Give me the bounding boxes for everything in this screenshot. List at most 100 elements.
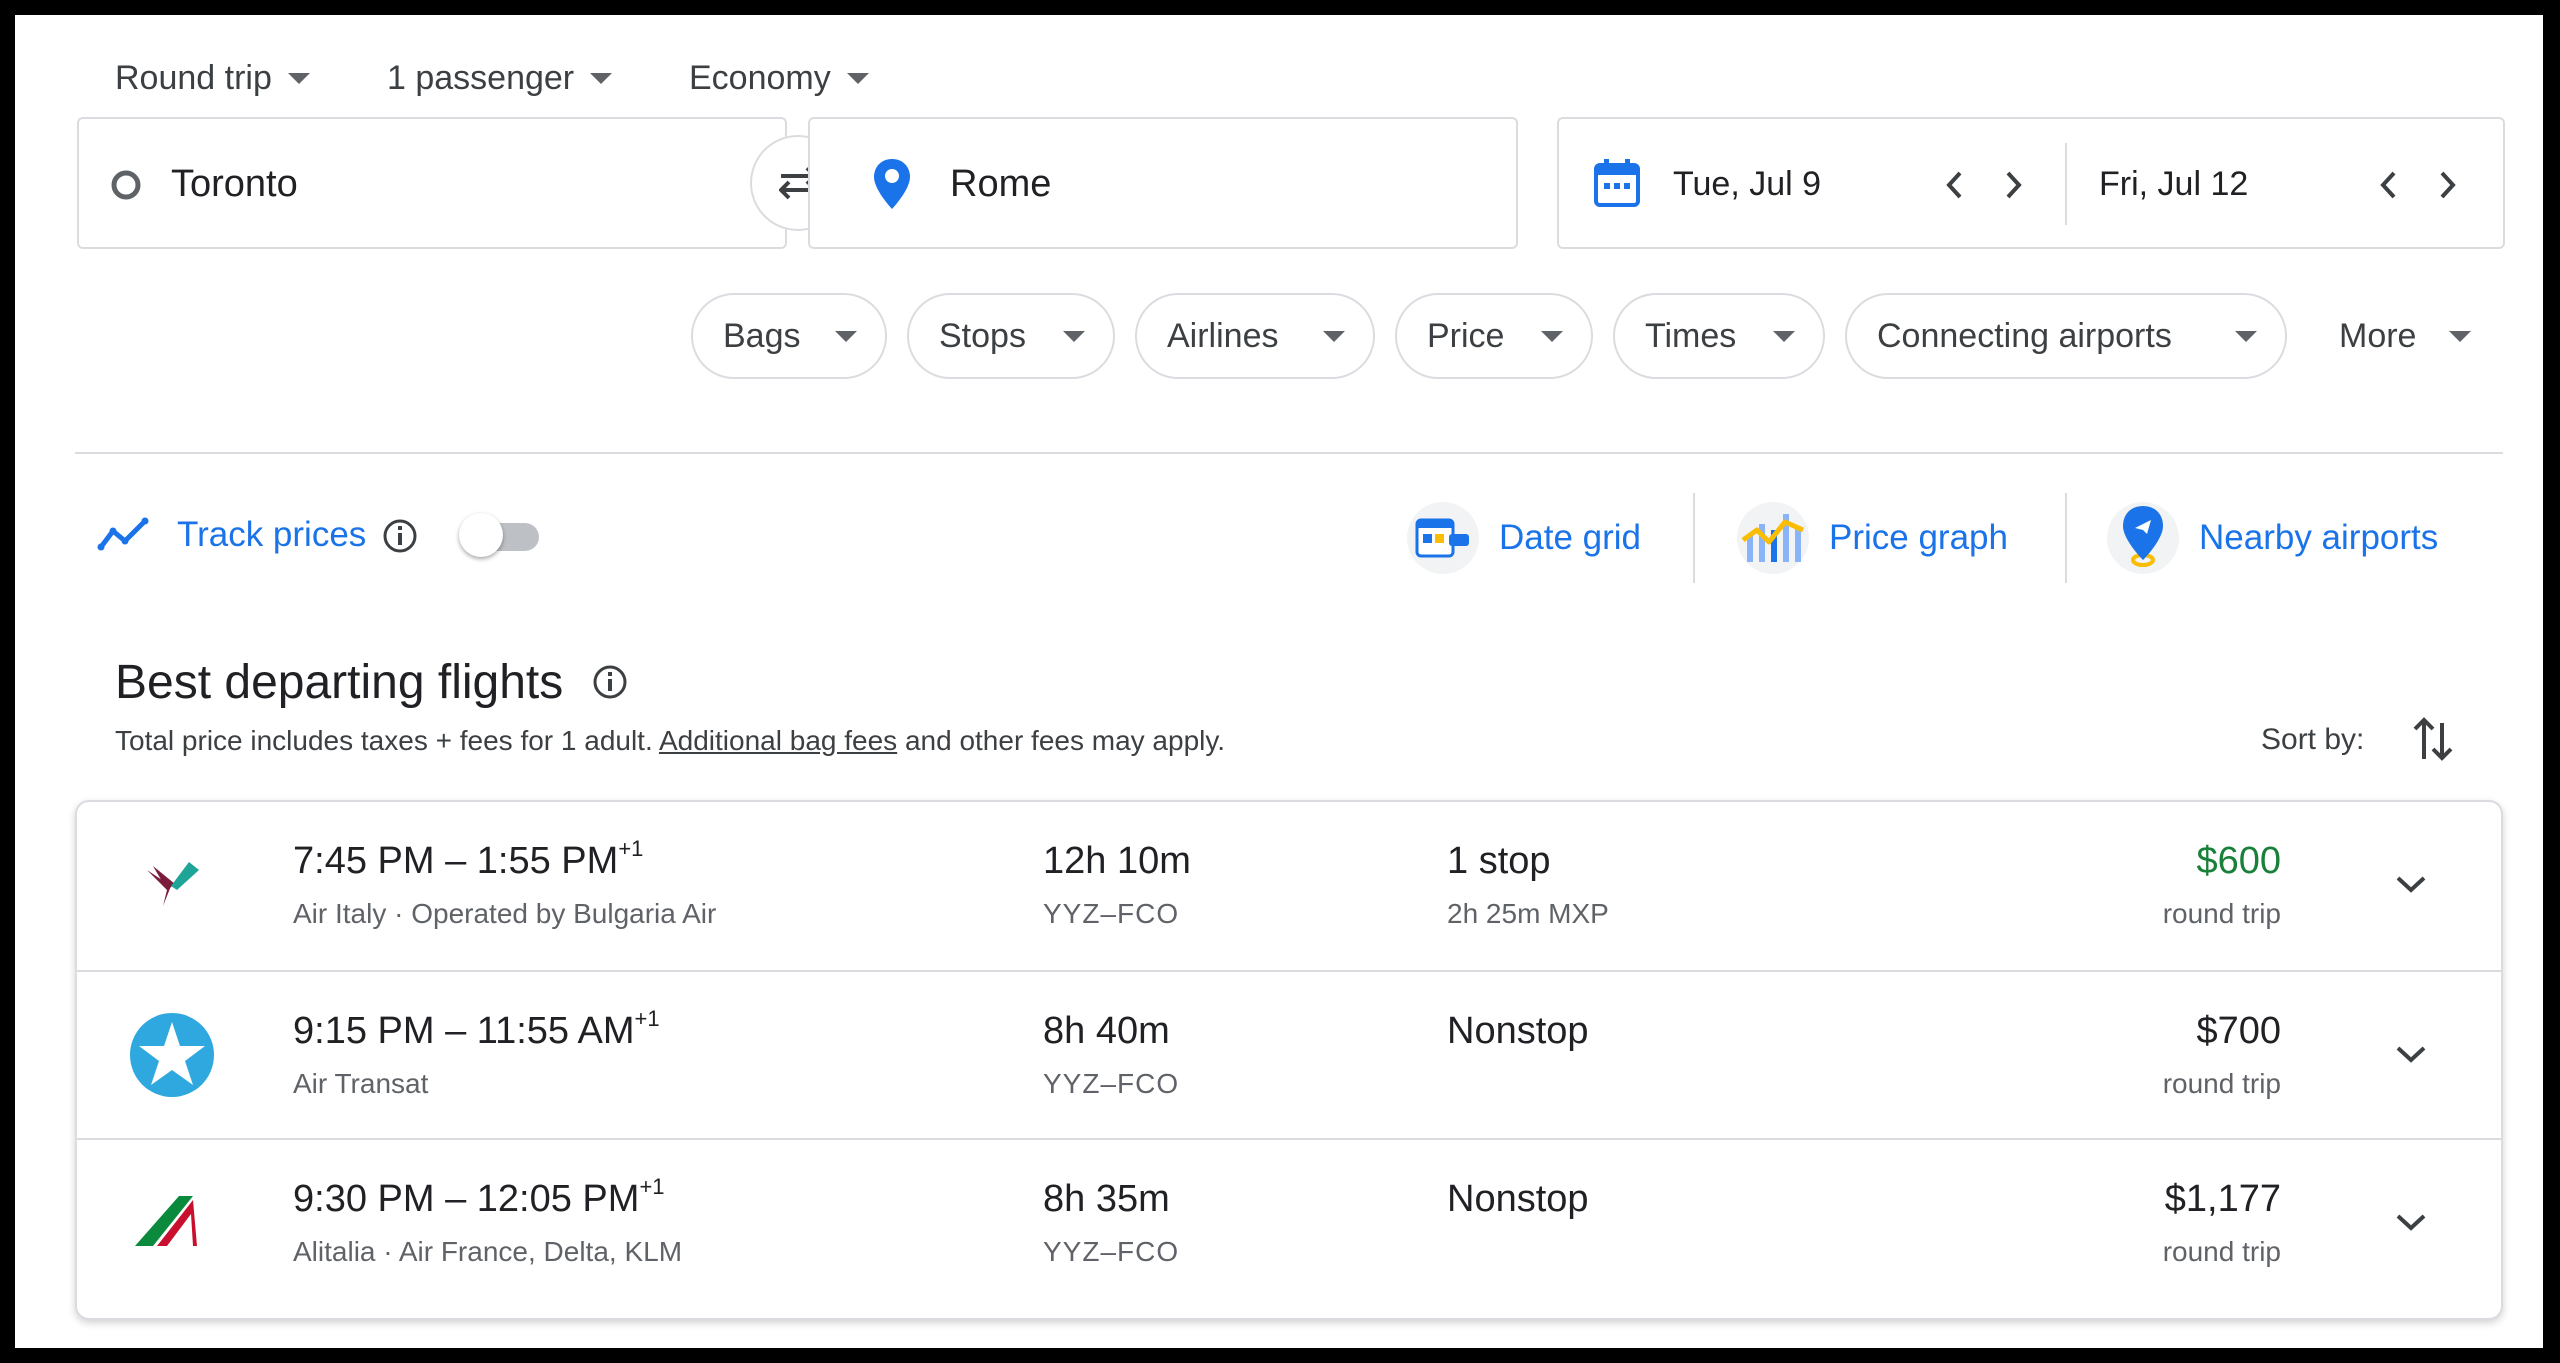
- caret-down-icon: [1323, 330, 1345, 342]
- flight-duration: 8h 35m: [1043, 1178, 1170, 1220]
- tools-divider: [2065, 493, 2067, 583]
- info-icon[interactable]: [591, 663, 629, 701]
- flight-results-list: 7:45 PM – 1:55 PM+1 Air Italy · Operated…: [75, 800, 2503, 1320]
- toggle-knob: [459, 513, 503, 557]
- arrive-time: 12:05 PM: [476, 1178, 640, 1220]
- filter-bags[interactable]: Bags: [691, 293, 887, 379]
- day-offset: +1: [634, 1006, 660, 1031]
- flight-row[interactable]: 9:15 PM – 11:55 AM+1 Air Transat 8h 40m …: [77, 970, 2501, 1138]
- filter-label: Bags: [723, 316, 801, 355]
- flights-page: Round trip 1 passenger Economy Toronto R…: [15, 15, 2543, 1348]
- chevron-down-icon: [2396, 876, 2426, 893]
- flight-duration: 8h 40m: [1043, 1010, 1170, 1052]
- filter-label: Connecting airports: [1877, 316, 2172, 355]
- passengers-label: 1 passenger: [387, 58, 575, 97]
- expand-button[interactable]: [2381, 1192, 2441, 1252]
- dates-field: Tue, Jul 9 Fri, Jul 12: [1557, 117, 2505, 249]
- chevron-down-icon: [2396, 1046, 2426, 1063]
- caret-down-icon: [1773, 330, 1795, 342]
- day-offset: +1: [639, 1174, 665, 1199]
- price-note-text-end: and other fees may apply.: [897, 725, 1226, 756]
- destination-field[interactable]: Rome: [808, 117, 1518, 249]
- flight-times: 7:45 PM – 1:55 PM+1: [293, 836, 644, 882]
- flight-route: YYZ–FCO: [1043, 898, 1180, 929]
- location-pin-icon: [874, 159, 910, 209]
- track-prices-label[interactable]: Track prices: [177, 515, 366, 555]
- filter-more[interactable]: More: [2307, 293, 2501, 379]
- trip-type-select[interactable]: Round trip: [115, 43, 310, 113]
- caret-down-icon: [846, 72, 869, 84]
- info-icon[interactable]: [381, 517, 419, 555]
- flight-route: YYZ–FCO: [1043, 1068, 1180, 1099]
- return-prev-button[interactable]: [2365, 161, 2413, 209]
- depart-date[interactable]: Tue, Jul 9: [1673, 165, 1821, 204]
- caret-down-icon: [2235, 330, 2257, 342]
- filter-label: Airlines: [1167, 316, 1279, 355]
- date-grid-label: Date grid: [1499, 518, 1642, 557]
- depart-next-button[interactable]: [1989, 161, 2037, 209]
- track-prices-toggle[interactable]: [459, 513, 545, 557]
- caret-down-icon: [1541, 330, 1563, 342]
- depart-time: 7:45 PM: [293, 840, 435, 882]
- section-divider: [75, 452, 2503, 454]
- caret-down-icon: [2449, 330, 2471, 342]
- filter-label: Price: [1427, 316, 1505, 355]
- nearby-airports-label: Nearby airports: [2199, 518, 2439, 557]
- nearby-airports-icon: [2107, 502, 2179, 574]
- flight-price: $600: [2196, 840, 2281, 882]
- airline-name: Air Transat: [293, 1068, 429, 1099]
- arrive-time: 1:55 PM: [476, 840, 619, 882]
- expand-button[interactable]: [2381, 854, 2441, 914]
- calendar-icon: [1594, 159, 1640, 207]
- flight-duration: 12h 10m: [1043, 840, 1191, 882]
- filter-times[interactable]: Times: [1613, 293, 1825, 379]
- price-graph-label: Price graph: [1829, 518, 2008, 557]
- trip-type-label: Round trip: [115, 58, 272, 97]
- sort-icon[interactable]: [2411, 715, 2455, 763]
- cabin-class-label: Economy: [689, 58, 831, 97]
- origin-field[interactable]: Toronto: [77, 117, 787, 249]
- chevron-down-icon: [2396, 1214, 2426, 1231]
- cabin-class-select[interactable]: Economy: [689, 43, 869, 113]
- tools-divider: [1693, 493, 1695, 583]
- flight-row[interactable]: 7:45 PM – 1:55 PM+1 Air Italy · Operated…: [77, 802, 2501, 970]
- flight-stops: 1 stop: [1447, 840, 1551, 882]
- trend-line-icon: [97, 517, 149, 551]
- chevron-left-icon: [1946, 171, 1962, 199]
- day-offset: +1: [618, 836, 644, 861]
- flight-stops: Nonstop: [1447, 1010, 1589, 1052]
- nearby-airports-button[interactable]: Nearby airports: [2105, 493, 2505, 583]
- price-graph-button[interactable]: Price graph: [1735, 493, 2055, 583]
- expand-button[interactable]: [2381, 1024, 2441, 1084]
- filter-airlines[interactable]: Airlines: [1135, 293, 1375, 379]
- flight-times: 9:30 PM – 12:05 PM+1: [293, 1174, 665, 1220]
- caret-down-icon: [590, 72, 613, 84]
- filter-price[interactable]: Price: [1395, 293, 1593, 379]
- filter-stops[interactable]: Stops: [907, 293, 1115, 379]
- dates-divider: [2065, 143, 2067, 225]
- return-date[interactable]: Fri, Jul 12: [2099, 165, 2248, 204]
- results-heading: Best departing flights: [115, 656, 564, 709]
- depart-prev-button[interactable]: [1931, 161, 1979, 209]
- sort-label: Sort by:: [2261, 723, 2365, 756]
- passengers-select[interactable]: 1 passenger: [387, 43, 613, 113]
- bag-fees-link[interactable]: Additional bag fees: [659, 725, 897, 756]
- destination-value: Rome: [950, 163, 1052, 205]
- depart-time: 9:15 PM: [293, 1010, 435, 1052]
- date-grid-icon: [1407, 502, 1479, 574]
- arrive-time: 11:55 AM: [476, 1010, 635, 1052]
- air-italy-logo: [147, 862, 199, 906]
- depart-time: 9:30 PM: [293, 1178, 435, 1220]
- chevron-right-icon: [2006, 171, 2022, 199]
- price-type: round trip: [2162, 1068, 2281, 1099]
- flight-times: 9:15 PM – 11:55 AM+1: [293, 1006, 660, 1052]
- flight-row[interactable]: 9:30 PM – 12:05 PM+1 Alitalia · Air Fran…: [77, 1138, 2501, 1306]
- caret-down-icon: [287, 72, 310, 84]
- flight-price: $700: [2196, 1010, 2281, 1052]
- return-next-button[interactable]: [2423, 161, 2471, 209]
- flight-price: $1,177: [2164, 1178, 2281, 1220]
- filter-label: More: [2339, 316, 2417, 355]
- filter-connecting-airports[interactable]: Connecting airports: [1845, 293, 2287, 379]
- filter-label: Stops: [939, 316, 1026, 355]
- date-grid-button[interactable]: Date grid: [1405, 493, 1705, 583]
